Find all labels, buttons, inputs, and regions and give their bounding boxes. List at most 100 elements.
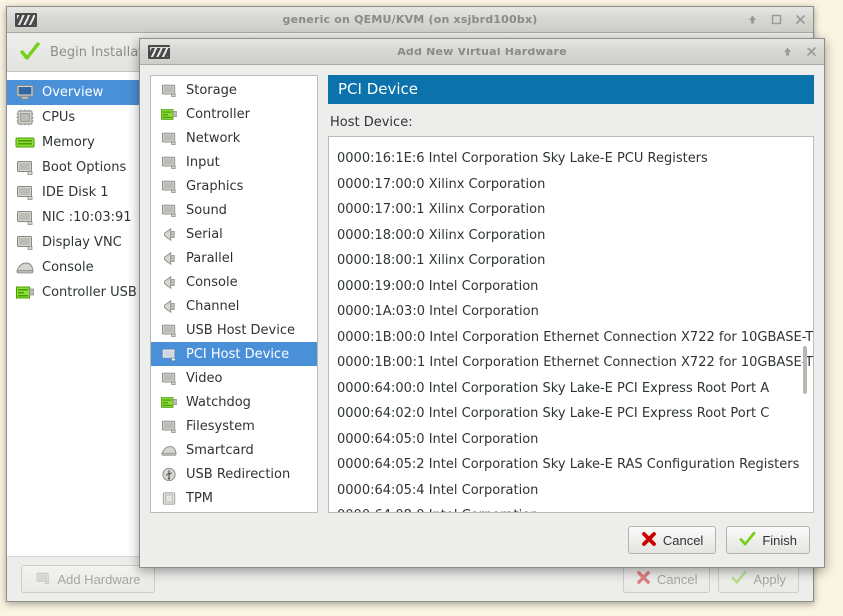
category-item-input[interactable]: Input [151,150,317,174]
device-list-scrollbar[interactable] [806,140,810,509]
desktop-background: generic on QEMU/KVM (on xsjbrd100bx) Be [0,0,843,616]
category-label: TPM [186,491,213,506]
dialog-window-controls [781,39,818,64]
add-hardware-label: Add Hardware [57,572,140,587]
category-label: Graphics [186,179,243,194]
list-item[interactable]: 0000:1A:03:0 Intel Corporation [329,299,813,325]
category-item-video[interactable]: Video [151,366,317,390]
sidebar-item-label: CPUs [42,110,75,125]
list-item[interactable]: 0000:64:05:0 Intel Corporation [329,427,813,453]
main-window-controls [746,7,807,32]
sidebar-item-cpus[interactable]: CPUs [7,105,140,130]
device-icon [15,234,35,251]
category-item-pci-host-device[interactable]: PCI Host Device [151,342,317,366]
category-label: Network [186,131,240,146]
host-device-listbox[interactable]: 0000:16:1E:6 Intel Corporation Sky Lake-… [328,136,814,513]
sidebar-item-display-vnc[interactable]: Display VNC [7,230,140,255]
memory-ram-icon [15,134,35,151]
dialog-body: Storage Controller Network [140,65,824,513]
category-item-usb-redirection[interactable]: USB Redirection [151,462,317,486]
category-label: USB Redirection [186,467,290,482]
sidebar-item-label: Memory [42,135,95,150]
sidebar-item-overview[interactable]: Overview [7,80,140,105]
category-item-graphics[interactable]: Graphics [151,174,317,198]
device-icon [35,571,51,588]
dialog-footer: Cancel Finish [140,513,824,567]
category-item-watchdog[interactable]: Watchdog [151,390,317,414]
main-apply-button[interactable]: Apply [718,565,799,593]
sidebar-item-console[interactable]: Console [7,255,140,280]
main-window-titlebar[interactable]: generic on QEMU/KVM (on xsjbrd100bx) [7,7,813,33]
category-item-channel[interactable]: Channel [151,294,317,318]
list-item[interactable]: 0000:17:00:0 Xilinx Corporation [329,172,813,198]
list-item[interactable]: 0000:64:08:0 Intel Corporation [329,503,813,513]
category-item-console[interactable]: Console [151,270,317,294]
category-item-network[interactable]: Network [151,126,317,150]
list-item[interactable]: 0000:18:00:1 Xilinx Corporation [329,248,813,274]
device-icon [15,159,35,176]
category-item-serial[interactable]: Serial [151,222,317,246]
sidebar-item-label: Boot Options [42,160,126,175]
sidebar-item-nic[interactable]: NIC :10:03:91 [7,205,140,230]
main-apply-label: Apply [753,572,786,587]
list-item[interactable]: 0000:18:00:0 Xilinx Corporation [329,223,813,249]
category-item-filesystem[interactable]: Filesystem [151,414,317,438]
category-item-storage[interactable]: Storage [151,78,317,102]
tpm-chip-icon [160,490,178,506]
main-cancel-button[interactable]: Cancel [623,565,710,593]
list-item[interactable]: 0000:17:00:1 Xilinx Corporation [329,197,813,223]
list-item[interactable]: 0000:1B:00:1 Intel Corporation Ethernet … [329,350,813,376]
green-check-icon [739,531,756,550]
category-item-sound[interactable]: Sound [151,198,317,222]
footer-divider [150,47,814,48]
pane-header-title: PCI Device [328,75,814,104]
main-window-title: generic on QEMU/KVM (on xsjbrd100bx) [7,13,813,26]
list-item[interactable]: 0000:64:02:0 Intel Corporation Sky Lake-… [329,401,813,427]
controller-card-icon [160,106,178,122]
green-check-icon [731,570,747,588]
dialog-cancel-button[interactable]: Cancel [628,526,716,554]
list-item[interactable]: 0000:19:00:0 Intel Corporation [329,274,813,300]
category-item-usb-host-device[interactable]: USB Host Device [151,318,317,342]
category-item-tpm[interactable]: TPM [151,486,317,510]
hardware-category-list[interactable]: Storage Controller Network [150,75,318,513]
category-label: Input [186,155,220,170]
category-item-smartcard[interactable]: Smartcard [151,438,317,462]
category-label: Storage [186,83,237,98]
arrow-up-icon[interactable] [746,13,759,26]
category-item-controller[interactable]: Controller [151,102,317,126]
device-icon [160,82,178,98]
list-item[interactable]: 0000:64:05:4 Intel Corporation [329,478,813,504]
controller-card-icon [15,284,35,301]
red-x-icon [641,531,657,550]
plug-icon [160,250,178,266]
sidebar-item-label: Overview [42,85,103,100]
device-icon [160,178,178,194]
scrollbar-thumb[interactable] [803,346,807,394]
category-label: USB Host Device [186,323,295,338]
monitor-icon [15,84,35,101]
category-label: Parallel [186,251,233,266]
dialog-finish-button[interactable]: Finish [726,526,810,554]
list-item[interactable]: 0000:16:1E:6 Intel Corporation Sky Lake-… [329,146,813,172]
close-x-icon[interactable] [794,13,807,26]
virt-manager-logo-icon [15,13,37,27]
device-icon [160,370,178,386]
category-label: PCI Host Device [186,347,289,362]
category-item-parallel[interactable]: Parallel [151,246,317,270]
device-icon [160,202,178,218]
category-label: Controller [186,107,250,122]
sidebar-item-memory[interactable]: Memory [7,130,140,155]
device-icon [15,209,35,226]
sidebar-item-controller-usb[interactable]: Controller USB [7,280,140,305]
sidebar-item-ide-disk-1[interactable]: IDE Disk 1 [7,180,140,205]
list-item[interactable]: 0000:64:05:2 Intel Corporation Sky Lake-… [329,452,813,478]
list-item[interactable]: 0000:1B:00:0 Intel Corporation Ethernet … [329,325,813,351]
list-item[interactable]: 0000:64:00:0 Intel Corporation Sky Lake-… [329,376,813,402]
add-hardware-button[interactable]: Add Hardware [21,565,155,593]
plug-icon [160,274,178,290]
sidebar-item-boot-options[interactable]: Boot Options [7,155,140,180]
sidebar-item-label: NIC :10:03:91 [42,210,132,225]
dialog-titlebar[interactable]: Add New Virtual Hardware [140,39,824,65]
square-icon[interactable] [770,13,783,26]
